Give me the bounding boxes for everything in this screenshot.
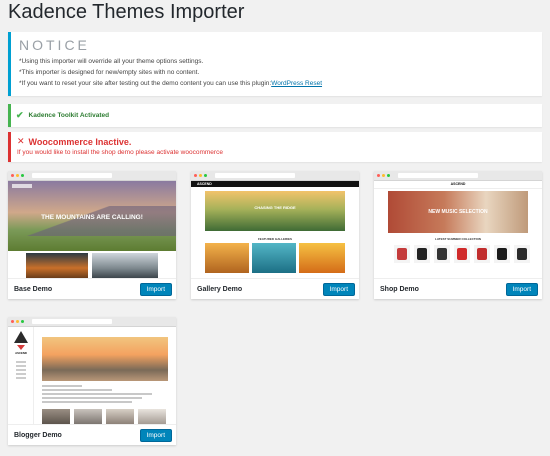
demo-card-gallery: ASCEND CHASING THE RIDGE FEATURED GALLER… [191,171,359,299]
preview-headline: NEW MUSIC SELECTION [428,209,488,215]
notice-line-2: *This importer is designed for new/empty… [19,69,200,76]
browser-bar [8,317,176,327]
wordpress-reset-link[interactable]: WordPress Reset [271,80,322,87]
preview-logo: ASCEND [197,182,212,186]
x-icon: ✕ [17,136,25,146]
demo-name: Shop Demo [380,285,419,293]
demo-card-blogger: ASCEND Blogger Demo Import [8,317,176,445]
success-text: Kadence Toolkit Activated [28,112,110,119]
demo-card-shop: ASCEND NEW MUSIC SELECTION LATEST SUMMER… [374,171,542,299]
browser-bar [191,171,359,181]
notice-line-3-text: *If you want to reset your site after te… [19,80,272,87]
error-notice: ✕ Woocommerce Inactive. If you would lik… [8,132,542,162]
import-button[interactable]: Import [505,282,538,296]
preview-brand: ASCEND [15,351,27,355]
error-title: Woocommerce Inactive. [28,136,132,147]
demo-preview-base[interactable]: THE MOUNTAINS ARE CALLING! [8,181,176,278]
import-button[interactable]: Import [139,282,172,296]
browser-bar [8,171,176,181]
import-button[interactable]: Import [139,428,172,442]
preview-section-label: LATEST SUMMER COLLECTION [435,237,481,241]
error-subtitle: If you would like to install the shop de… [17,149,223,156]
demo-name: Gallery Demo [197,285,243,293]
notice-line-1: *Using this importer will override all y… [19,58,204,65]
demo-name: Blogger Demo [14,431,62,439]
notice-heading: NOTICE [19,37,90,53]
preview-section-label: FEATURED GALLERIES [257,237,293,241]
check-icon: ✔ [16,110,24,120]
browser-bar [374,171,542,181]
success-notice: ✔ Kadence Toolkit Activated [8,104,542,127]
notice-line-3: *If you want to reset your site after te… [19,78,542,89]
demo-name: Base Demo [14,285,53,293]
notice-panel: NOTICE *Using this importer will overrid… [8,32,542,96]
demo-preview-gallery[interactable]: ASCEND CHASING THE RIDGE FEATURED GALLER… [191,181,359,278]
preview-headline: THE MOUNTAINS ARE CALLING! [41,214,143,221]
demo-preview-shop[interactable]: ASCEND NEW MUSIC SELECTION LATEST SUMMER… [374,181,542,278]
import-button[interactable]: Import [322,282,355,296]
page-title: Kadence Themes Importer [8,1,245,23]
demo-preview-blogger[interactable]: ASCEND [8,327,176,424]
preview-headline: CHASING THE RIDGE [254,205,296,210]
demo-card-base: THE MOUNTAINS ARE CALLING! Base Demo Imp… [8,171,176,299]
preview-brand: ASCEND [450,182,466,186]
